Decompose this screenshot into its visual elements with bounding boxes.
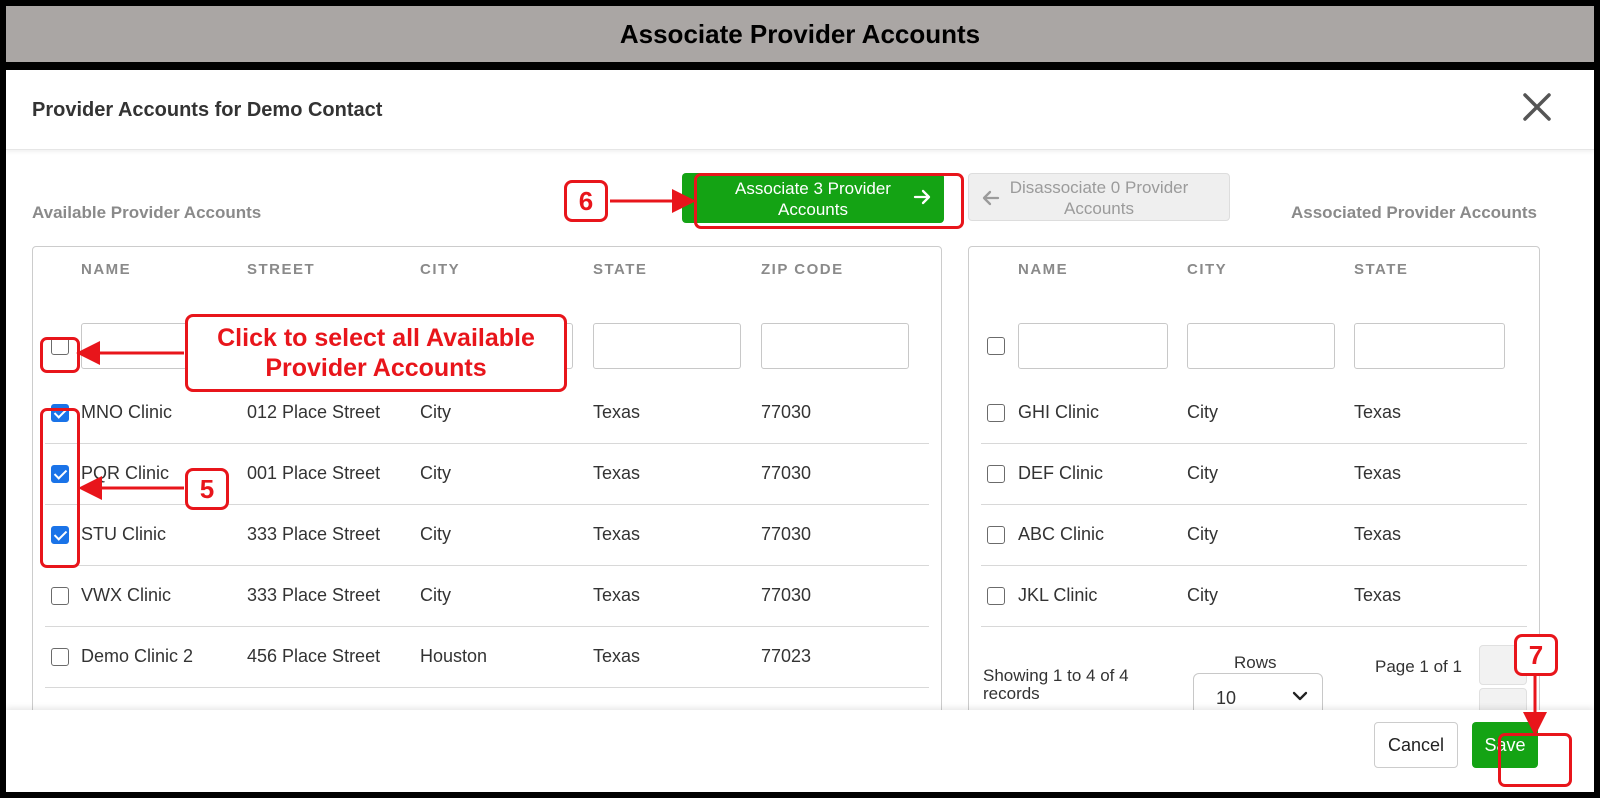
cell-city: City (1187, 463, 1218, 483)
cell-city: Houston (420, 646, 488, 666)
chevron-down-icon (1292, 691, 1308, 701)
cell-state: Texas (593, 585, 641, 605)
arrow-left-icon (982, 190, 1000, 206)
table-row: ABC Clinic City Texas (969, 505, 1539, 566)
cell-state: Texas (593, 646, 641, 666)
column-header-city: CITY (1187, 261, 1228, 278)
cell-name: VWX Clinic (81, 585, 172, 605)
disassociate-button[interactable]: Disassociate 0 Provider Accounts (968, 173, 1230, 221)
step-6-badge: 6 (564, 180, 608, 222)
cell-zip: 77030 (761, 524, 812, 544)
page-indicator: Page 1 of 1 (1375, 657, 1462, 676)
highlight-row-checkboxes (40, 408, 80, 568)
select-all-callout: Click to select all Available Provider A… (185, 314, 567, 392)
cell-city: City (420, 463, 451, 483)
cell-state: Texas (593, 463, 641, 483)
cell-street: 333 Place Street (247, 524, 381, 544)
cell-state: Texas (593, 524, 641, 544)
rows-per-page-value: 10 (1216, 688, 1237, 708)
row-checkbox[interactable] (987, 465, 1005, 483)
column-header-state: STATE (593, 261, 648, 278)
dialog-footer: Cancel Save (6, 710, 1594, 792)
cell-city: City (1187, 524, 1218, 544)
table-row: Demo Clinic 2 456 Place Street Houston T… (33, 627, 941, 688)
row-divider (981, 626, 1527, 627)
highlight-associate-button (694, 173, 964, 229)
cancel-button[interactable]: Cancel (1374, 722, 1458, 768)
cell-street: 012 Place Street (247, 402, 381, 422)
row-checkbox[interactable] (987, 404, 1005, 422)
page-banner: Associate Provider Accounts (4, 4, 1596, 66)
table-row: PQR Clinic 001 Place Street City Texas 7… (33, 444, 941, 505)
state-filter-input[interactable] (1354, 323, 1505, 369)
row-checkbox[interactable] (51, 648, 69, 666)
cell-name: MNO Clinic (81, 402, 173, 422)
column-header-name: NAME (81, 261, 132, 278)
cell-state: Texas (1354, 524, 1402, 544)
name-filter-input[interactable] (1018, 323, 1168, 369)
step-5-badge: 5 (185, 468, 229, 510)
table-row: MNO Clinic 012 Place Street City Texas 7… (33, 383, 941, 444)
cell-state: Texas (593, 402, 641, 422)
cell-name: Demo Clinic 2 (81, 646, 194, 666)
state-filter-input[interactable] (593, 323, 741, 369)
city-filter-input[interactable] (1187, 323, 1335, 369)
cell-city: City (420, 402, 451, 422)
cell-city: City (1187, 585, 1218, 605)
column-header-state: STATE (1354, 261, 1409, 278)
cell-zip: 77030 (761, 585, 812, 605)
cell-zip: 77030 (761, 463, 812, 483)
cell-city: City (420, 524, 451, 544)
table-row: GHI Clinic City Texas (969, 383, 1539, 444)
cell-zip: 77030 (761, 402, 812, 422)
rows-label: Rows (1234, 653, 1277, 672)
step-7-badge: 7 (1514, 634, 1558, 676)
banner-title: Associate Provider Accounts (619, 18, 981, 49)
cell-street: 333 Place Street (247, 585, 381, 605)
row-checkbox[interactable] (51, 587, 69, 605)
table-row: JKL Clinic City Texas (969, 566, 1539, 627)
cell-name: STU Clinic (81, 524, 167, 544)
dialog-header: Provider Accounts for Demo Contact (6, 70, 1594, 150)
cell-state: Texas (1354, 585, 1402, 605)
column-header-name: NAME (1018, 261, 1069, 278)
column-header-city: CITY (420, 261, 461, 278)
cell-name: ABC Clinic (1018, 524, 1105, 544)
cell-zip: 77023 (761, 646, 812, 666)
select-all-checkbox[interactable] (987, 337, 1005, 355)
close-icon[interactable] (1520, 90, 1554, 124)
table-row: STU Clinic 333 Place Street City Texas 7… (33, 505, 941, 566)
cell-state: Texas (1354, 402, 1402, 422)
row-checkbox[interactable] (987, 587, 1005, 605)
pager-showing-text: Showing 1 to 4 of 4 records (983, 666, 1129, 703)
cell-street: 001 Place Street (247, 463, 381, 483)
cell-city: City (420, 585, 451, 605)
table-row: VWX Clinic 333 Place Street City Texas 7… (33, 566, 941, 627)
available-accounts-label: Available Provider Accounts (32, 203, 262, 222)
cell-state: Texas (1354, 463, 1402, 483)
cell-name: PQR Clinic (81, 463, 170, 483)
column-header-street: STREET (247, 261, 316, 278)
cell-city: City (1187, 402, 1218, 422)
associated-accounts-label: Associated Provider Accounts (1291, 203, 1537, 222)
table-row: DEF Clinic City Texas (969, 444, 1539, 505)
row-checkbox[interactable] (987, 526, 1005, 544)
disassociate-button-label: Disassociate 0 Provider Accounts (1009, 178, 1189, 218)
row-divider (45, 687, 929, 688)
cell-name: GHI Clinic (1018, 402, 1100, 422)
zip-filter-input[interactable] (761, 323, 909, 369)
cell-name: DEF Clinic (1018, 463, 1104, 483)
highlight-select-all-checkbox (40, 337, 80, 373)
column-header-zip: ZIP CODE (761, 261, 844, 278)
dialog-title: Provider Accounts for Demo Contact (32, 99, 383, 121)
cell-name: JKL Clinic (1018, 585, 1098, 605)
highlight-save-button (1498, 733, 1572, 787)
cell-street: 456 Place Street (247, 646, 381, 666)
